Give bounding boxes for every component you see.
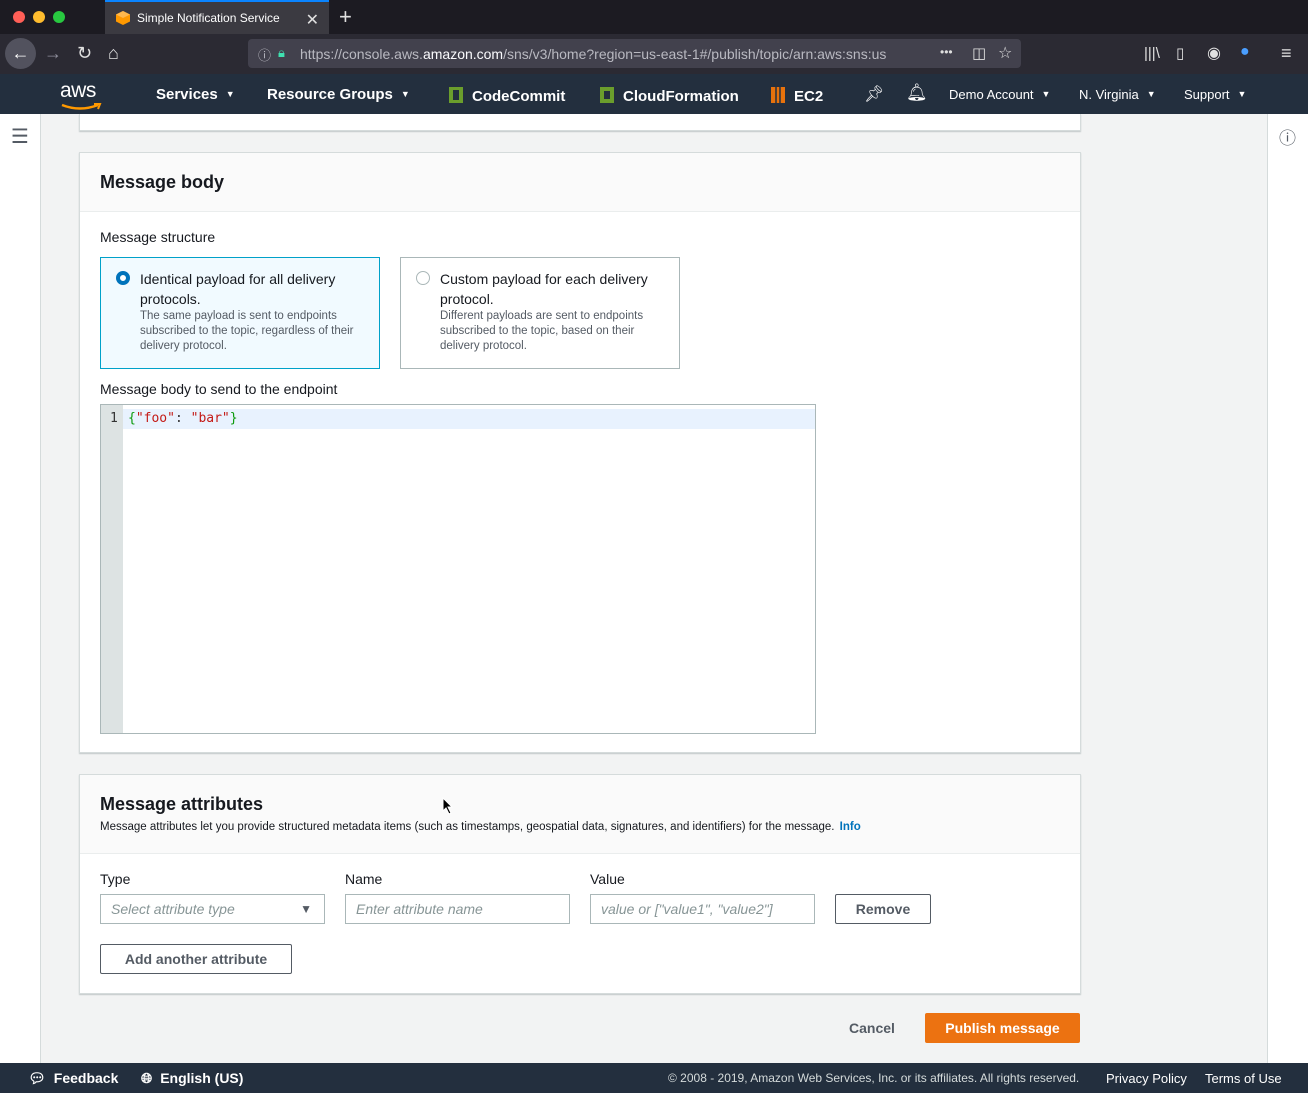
browser-tab-sns[interactable]: Simple Notification Service ✕ [105,0,329,34]
attribute-type-select[interactable]: Select attribute type ▼ [100,894,325,924]
feedback-link[interactable]: 💬︎ Feedback [28,1070,118,1087]
library-icon[interactable]: |||\ [1144,45,1160,62]
browser-tab-bar: Simple Notification Service ✕ + [0,0,1308,34]
message-body-title: Message body [100,172,225,192]
line-number: 1 [110,411,118,426]
account-icon[interactable]: ◉ [1207,43,1221,63]
message-body-panel: Message body Message structure Identical… [79,152,1081,753]
add-another-attribute-button[interactable]: Add another attribute [100,944,292,974]
info-panel-icon[interactable]: ⓘ [1279,124,1296,149]
publish-message-button[interactable]: Publish message [925,1013,1080,1043]
aws-top-nav: aws Services ▼ Resource Groups ▼ CodeCommi… [0,74,1308,114]
info-link[interactable]: Info [840,821,861,833]
pin-icon[interactable]: 📌︎ [864,84,884,104]
message-attributes-description: Message attributes let you provide struc… [100,821,861,833]
back-arrow-icon: ← [11,43,30,63]
type-label: Type [100,871,131,887]
editor-code-line: {"foo": "bar"} [128,411,238,426]
tab-title: Simple Notification Service [137,11,280,25]
message-attributes-panel: Message attributes Message attributes le… [79,774,1081,994]
cloudformation-icon [600,87,614,103]
terms-of-use-link[interactable]: Terms of Use [1205,1071,1282,1086]
sidebar-toggle-icon[interactable]: ▯ [1176,44,1184,62]
remove-attribute-button[interactable]: Remove [835,894,931,924]
radio-identical-payload[interactable] [116,271,130,285]
message-attributes-title: Message attributes [100,794,264,814]
page-actions-icon[interactable]: ••• [940,45,953,59]
home-icon[interactable]: ⌂ [108,43,119,64]
ec2-icon [771,87,785,103]
previous-panel-bottom [79,114,1081,131]
services-menu[interactable]: Services ▼ [156,86,235,103]
attribute-value-input[interactable]: value or ["value1", "value2"] [590,894,815,924]
right-help-rail: ⓘ [1267,114,1308,1063]
chevron-down-icon: ▼ [400,89,410,99]
dropdown-caret-icon: ▼ [300,902,312,916]
reload-icon[interactable]: ↻ [77,43,92,64]
option-custom-title: Custom payload for each delivery protoco… [440,271,648,307]
language-selector[interactable]: 🌐︎ English (US) [141,1070,243,1087]
message-body-header: Message body [80,153,1080,212]
chevron-down-icon: ▼ [225,89,235,99]
chevron-down-icon: ▼ [1146,89,1156,99]
mouse-cursor-icon [442,797,454,815]
option-identical-title: Identical payload for all delivery proto… [140,271,336,307]
window-close-dot[interactable] [13,11,25,23]
forward-icon[interactable]: → [44,43,62,64]
lock-icon: 🔒︎ [278,45,285,60]
speech-bubble-icon: 💬︎ [28,1070,46,1086]
privacy-policy-link[interactable]: Privacy Policy [1106,1071,1187,1086]
aws-smile-icon [61,103,102,110]
left-navigation-rail: ☰ [0,114,41,1063]
option-custom-payload[interactable]: Custom payload for each delivery protoco… [400,257,680,369]
url-bar[interactable]: ⓘ 🔒︎ https://console.aws.amazon.com/sns/… [248,39,1021,68]
attribute-name-input[interactable]: Enter attribute name [345,894,570,924]
codecommit-icon [449,87,463,103]
cloudformation-shortcut[interactable]: CloudFormation [599,86,739,105]
editor-gutter: 1 [101,405,123,733]
message-body-editor-label: Message body to send to the endpoint [100,381,338,397]
resource-groups-menu[interactable]: Resource Groups ▼ [267,86,410,103]
region-menu[interactable]: N. Virginia ▼ [1079,87,1156,102]
menu-icon[interactable]: ≡ [1281,43,1292,64]
option-custom-description: Different payloads are sent to endpoints… [440,310,644,352]
notifications-bell-icon[interactable]: 🔔︎ [906,83,928,103]
hamburger-menu-icon[interactable]: ☰ [11,124,29,149]
support-menu[interactable]: Support ▼ [1184,87,1246,102]
window-zoom-dot[interactable] [53,11,65,23]
aws-favicon-icon [116,11,130,25]
new-tab-button[interactable]: + [339,4,352,30]
console-footer: 💬︎ Feedback 🌐︎ English (US) © 2008 - 2019,… [0,1063,1308,1093]
copyright-text: © 2008 - 2019, Amazon Web Services, Inc.… [668,1071,1080,1085]
account-menu[interactable]: Demo Account ▼ [949,87,1050,102]
chevron-down-icon: ▼ [1041,89,1051,99]
message-body-code-editor[interactable]: 1 {"foo": "bar"} [100,404,816,734]
extension-icon[interactable]: ● [1240,43,1250,61]
option-identical-payload[interactable]: Identical payload for all delivery proto… [100,257,380,369]
url-text: https://console.aws.amazon.com/sns/v3/ho… [300,46,887,62]
radio-custom-payload[interactable] [416,271,430,285]
cancel-button[interactable]: Cancel [849,1020,895,1036]
pocket-icon[interactable]: ◫ [972,44,986,62]
ec2-shortcut[interactable]: EC2 [770,86,823,105]
back-button[interactable]: ← [5,38,36,69]
option-identical-description: The same payload is sent to endpoints su… [140,310,354,352]
message-structure-label: Message structure [100,229,216,245]
name-label: Name [345,871,383,887]
info-icon[interactable]: ⓘ [258,45,271,64]
tab-close-icon[interactable]: ✕ [306,10,319,30]
chevron-down-icon: ▼ [1237,89,1247,99]
window-minimize-dot[interactable] [33,11,45,23]
codecommit-shortcut[interactable]: CodeCommit [448,86,565,105]
bookmark-star-icon[interactable]: ☆ [998,43,1012,63]
value-label: Value [590,871,625,887]
message-attributes-header: Message attributes Message attributes le… [80,775,1080,854]
globe-icon: 🌐︎ [141,1070,153,1086]
aws-logo[interactable]: aws [60,79,104,110]
